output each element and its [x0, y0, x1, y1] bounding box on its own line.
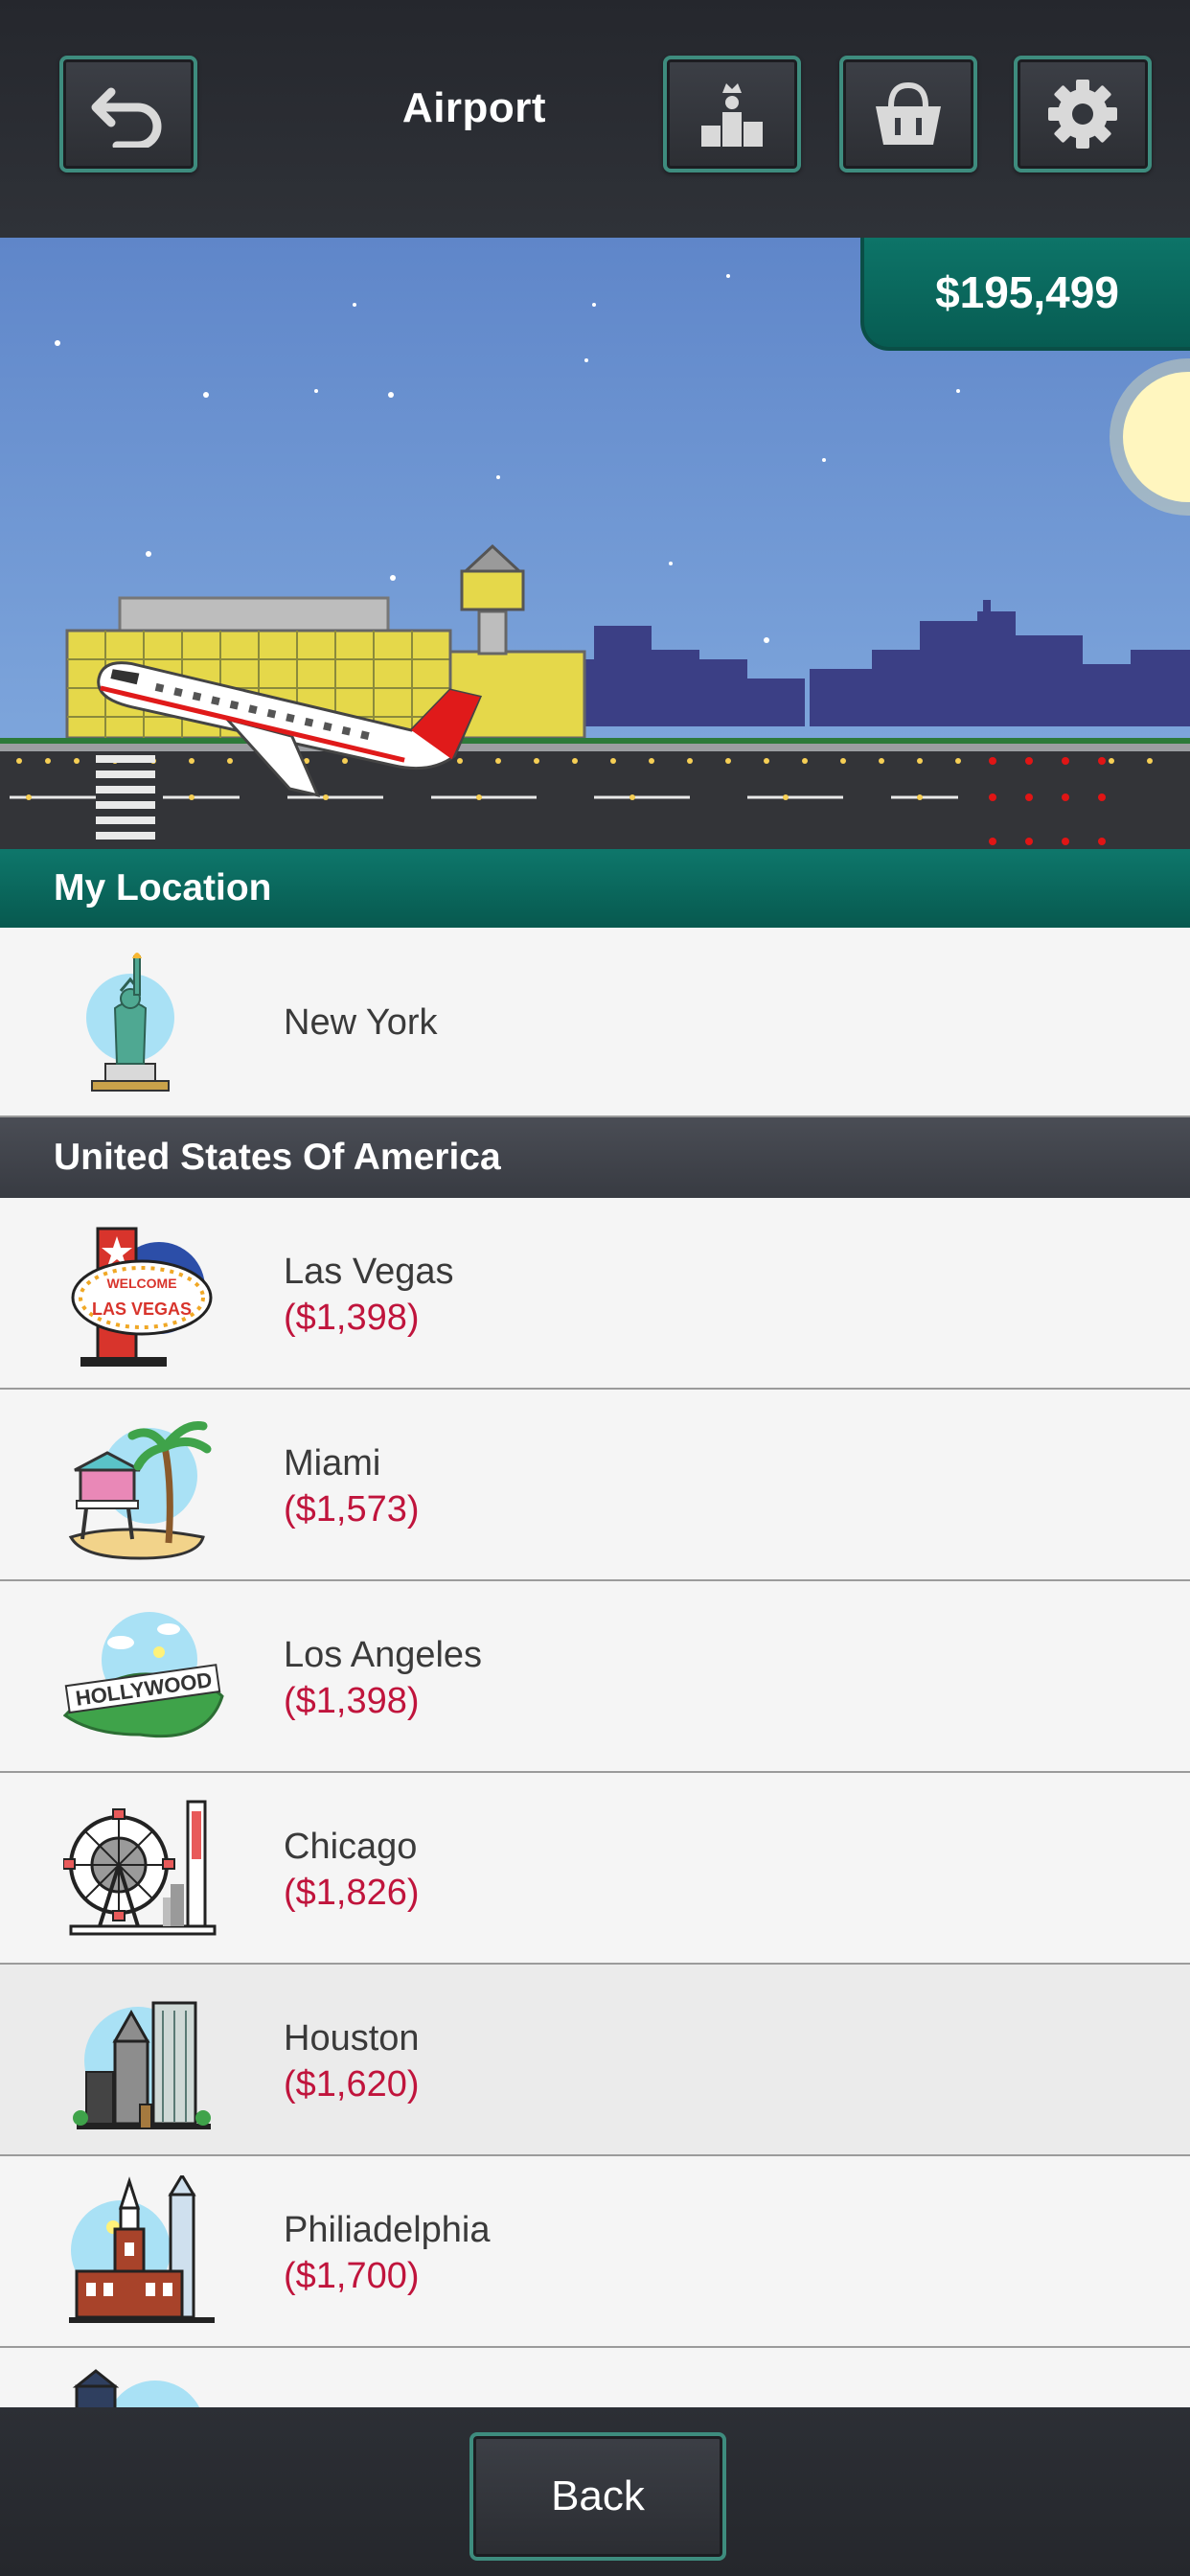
destination-row-houston[interactable]: Houston ($1,620): [0, 1965, 1190, 2156]
destination-list[interactable]: WELCOME LAS VEGAS Las Vegas ($1,398) Mia…: [0, 1198, 1190, 2407]
back-button[interactable]: Back: [469, 2432, 726, 2561]
destination-name: Chicago: [284, 1827, 418, 1867]
leaderboard-button[interactable]: [663, 56, 801, 172]
current-city-name: New York: [284, 1002, 438, 1043]
destination-name: Miami: [284, 1443, 381, 1484]
undo-button[interactable]: [59, 56, 197, 172]
page-title: Airport: [401, 84, 547, 131]
miami-lifeguard-palm-icon: [63, 1409, 226, 1562]
my-location-header: My Location: [0, 849, 1190, 928]
destination-row-partial[interactable]: [0, 2348, 1190, 2407]
top-bar: Airport: [0, 0, 1190, 238]
destination-name: Philiadelphia: [284, 2210, 491, 2250]
undo-arrow-icon: [91, 87, 162, 148]
chicago-ferris-wheel-icon: [62, 1792, 226, 1945]
bottom-bar: Back: [0, 2407, 1190, 2576]
destination-name: Las Vegas: [284, 1252, 454, 1292]
destination-price: ($1,826): [284, 1873, 420, 1913]
svg-text:WELCOME: WELCOME: [106, 1276, 176, 1291]
destination-name: Los Angeles: [284, 1635, 483, 1675]
country-header: United States Of America: [0, 1117, 1190, 1198]
shop-button[interactable]: [839, 56, 977, 172]
destination-name: Houston: [284, 2018, 420, 2058]
my-location-heading: My Location: [54, 867, 272, 908]
shopping-basket-icon: [876, 81, 941, 145]
destination-price: ($1,620): [284, 2064, 420, 2104]
destination-price: ($1,700): [284, 2256, 420, 2296]
destination-price: ($1,573): [284, 1489, 420, 1530]
destination-row-chicago[interactable]: Chicago ($1,826): [0, 1773, 1190, 1965]
gear-icon: [1048, 80, 1117, 149]
settings-button[interactable]: [1014, 56, 1152, 172]
country-heading: United States Of America: [54, 1137, 501, 1178]
destination-price: ($1,398): [284, 1298, 420, 1338]
destination-row-las-vegas[interactable]: WELCOME LAS VEGAS Las Vegas ($1,398): [0, 1198, 1190, 1390]
hollywood-sign-icon: HOLLYWOOD: [62, 1600, 226, 1754]
svg-text:LAS VEGAS: LAS VEGAS: [92, 1300, 192, 1319]
destination-row-miami[interactable]: Miami ($1,573): [0, 1390, 1190, 1581]
las-vegas-sign-icon: WELCOME LAS VEGAS: [63, 1217, 226, 1370]
podium-icon: [701, 83, 763, 147]
destination-row-los-angeles[interactable]: HOLLYWOOD Los Angeles ($1,398): [0, 1581, 1190, 1773]
balance-display: $195,499: [860, 238, 1190, 351]
statue-of-liberty-icon: [63, 947, 226, 1100]
destination-price: ($1,398): [284, 1681, 420, 1721]
philadelphia-hall-icon: [63, 2173, 226, 2329]
houston-skyline-icon: [63, 1984, 226, 2137]
current-location-row: New York: [0, 928, 1190, 1117]
destination-row-philadelphia[interactable]: Philiadelphia ($1,700): [0, 2156, 1190, 2348]
partial-city-icon: [63, 2367, 226, 2407]
